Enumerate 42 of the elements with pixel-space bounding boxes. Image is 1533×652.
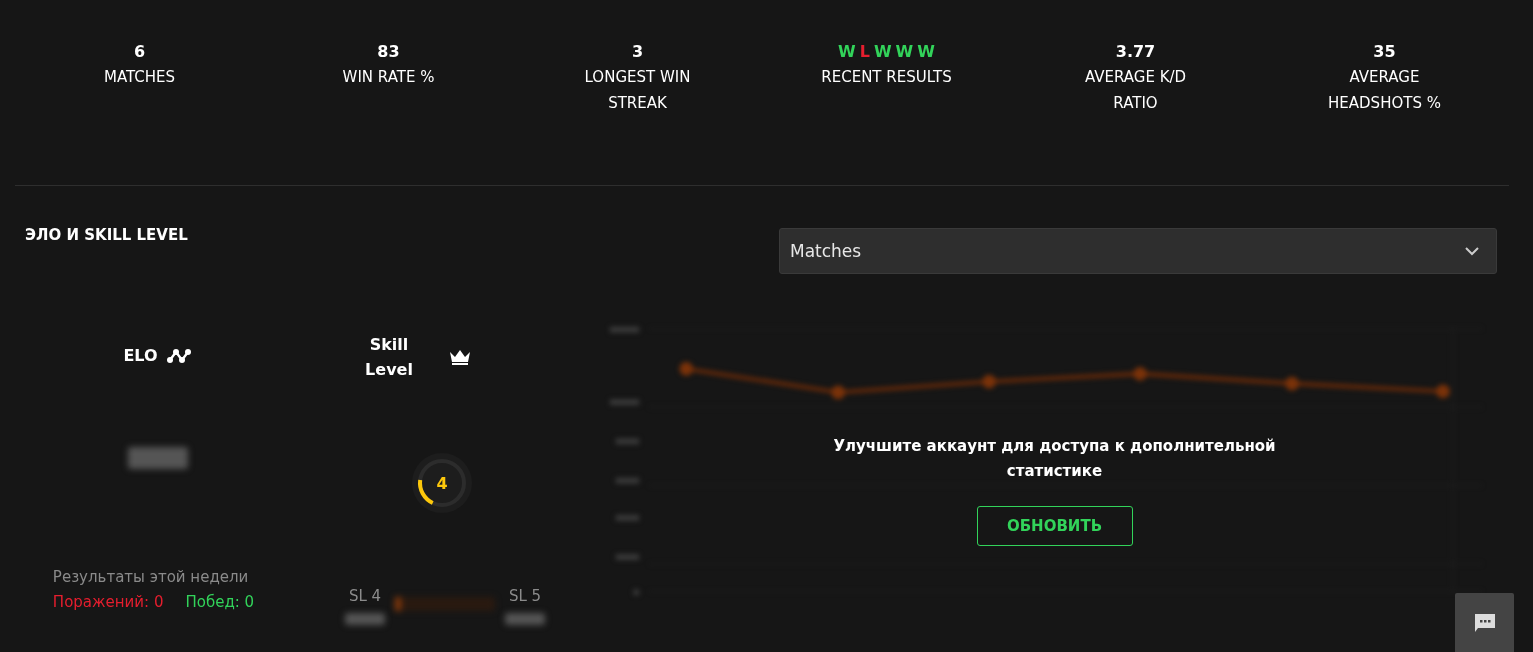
stat-value: 3 bbox=[631, 42, 644, 62]
line-graph-icon bbox=[165, 347, 192, 364]
stat-value: 83 bbox=[377, 42, 400, 62]
stat-label: LONGEST WIN STREAK bbox=[583, 67, 692, 114]
blurred-elo-threshold bbox=[505, 613, 545, 625]
weekly-results-title: Результаты этой недели bbox=[52, 567, 250, 588]
chat-button[interactable] bbox=[1455, 593, 1514, 652]
wins-count: Побед: 0 bbox=[185, 592, 255, 613]
chat-icon bbox=[1474, 612, 1495, 633]
match-result: W bbox=[873, 42, 892, 61]
stat-value: 6 bbox=[133, 42, 146, 62]
crown-icon bbox=[449, 349, 471, 365]
chart-point bbox=[831, 385, 846, 400]
upgrade-message: Улучшите аккаунт для доступа к дополнительной статистике bbox=[832, 436, 1277, 482]
stat-label: AVERAGE HEADSHOTS % bbox=[1327, 67, 1442, 114]
losses-count: Поражений: 0 bbox=[52, 592, 164, 613]
skill-level-title: Skill Level bbox=[364, 334, 414, 381]
chart-dropdown[interactable]: Matches bbox=[779, 228, 1497, 274]
chart-point bbox=[679, 362, 694, 376]
elo-title: ELO bbox=[123, 346, 158, 365]
blurred-elo-value bbox=[127, 447, 188, 469]
match-result: L bbox=[859, 42, 870, 61]
match-result: W bbox=[895, 42, 914, 61]
match-result: W bbox=[838, 42, 856, 61]
skill-level-gauge: 4 bbox=[411, 452, 473, 514]
stat-label: RECENT RESULTS bbox=[821, 67, 952, 88]
blurred-elo-threshold bbox=[345, 613, 385, 625]
stat-value: 3.77 bbox=[1115, 42, 1156, 62]
match-result: W bbox=[917, 42, 935, 61]
chart-point bbox=[982, 374, 996, 389]
section-title: ЭЛО И SKILL LEVEL bbox=[25, 225, 188, 244]
upgrade-button[interactable]: ОБНОВИТЬ bbox=[976, 506, 1133, 546]
skill-level-from: SL 4 bbox=[348, 587, 382, 605]
chevron-down-icon bbox=[1464, 246, 1480, 256]
stat-value: 35 bbox=[1373, 42, 1396, 62]
stat-label: AVERAGE K/D RATIO bbox=[1083, 67, 1188, 114]
chart-point bbox=[1436, 384, 1450, 399]
stat-label: MATCHES bbox=[103, 67, 176, 88]
chart-point bbox=[1133, 366, 1147, 381]
chart-point bbox=[1285, 376, 1299, 391]
stat-label: WIN RATE % bbox=[342, 67, 435, 88]
skill-level-to: SL 5 bbox=[508, 587, 542, 605]
